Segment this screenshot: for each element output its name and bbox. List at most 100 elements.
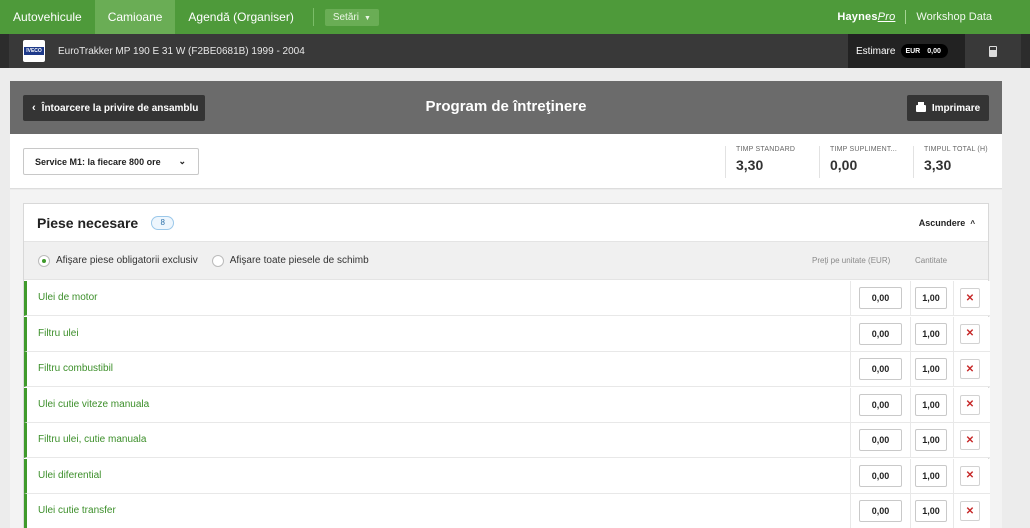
column-header-unit-price: Preţi pe unitate (EUR) <box>812 256 891 265</box>
quantity-input[interactable]: 1,00 <box>915 322 947 345</box>
estimate-label: Estimare <box>856 45 896 57</box>
workshop-data-label: Workshop Data <box>916 11 992 23</box>
radio-all-parts[interactable]: Afişare toate piesele de schimb <box>211 254 369 267</box>
vehicle-bar-inner: IVECO EuroTrakker MP 190 E 31 W (F2BE068… <box>9 34 1021 68</box>
unit-price-input[interactable]: 0,00 <box>859 500 902 522</box>
close-icon: ✕ <box>965 363 975 375</box>
remove-part-button[interactable]: ✕ <box>960 359 980 379</box>
calculator-button[interactable] <box>965 34 1021 68</box>
radio-mandatory-label: Afişare piese obligatorii exclusiv <box>56 255 198 266</box>
time-standard: TIMP STANDARD 3,30 <box>725 146 795 178</box>
table-row: Ulei cutie viteze manuala 0,00 1,00 ✕ <box>24 387 990 423</box>
column-divider <box>850 352 851 387</box>
column-divider <box>953 494 954 528</box>
radio-all-label: Afişare toate piesele de schimb <box>229 255 369 266</box>
remove-part-button[interactable]: ✕ <box>960 323 980 344</box>
remove-part-button[interactable]: ✕ <box>960 465 980 486</box>
unit-price-input[interactable]: 0,00 <box>859 393 902 416</box>
parts-panel: Piese necesare 8 Ascundere ^ Afişare pies… <box>10 190 1002 528</box>
radio-unchecked-icon <box>211 254 224 267</box>
printer-icon <box>915 101 926 112</box>
table-row: Filtru combustibil 0,00 1,00 ✕ <box>24 352 990 387</box>
top-navigation: Autovehicule Camioane Agendă (Organiser)… <box>0 0 1030 34</box>
quantity-input[interactable]: 1,00 <box>915 358 947 380</box>
vehicle-name: EuroTrakker MP 190 E 31 W (F2BE0681B) 19… <box>58 45 305 57</box>
part-name[interactable]: Ulei de motor <box>38 292 97 303</box>
column-divider <box>953 281 954 316</box>
column-divider <box>850 458 851 494</box>
quantity-input[interactable]: 1,00 <box>915 393 947 416</box>
close-icon: ✕ <box>965 399 975 410</box>
time-extra-label: TIMP SUPLIMENT... <box>830 146 898 153</box>
remove-part-button[interactable]: ✕ <box>960 430 980 450</box>
close-icon: ✕ <box>965 328 975 339</box>
hide-label: Ascundere <box>918 217 966 228</box>
estimate-pill: EUR 0,00 <box>901 44 948 58</box>
caret-down-icon: ▼ <box>363 14 371 22</box>
hide-parts-button[interactable]: Ascundere ^ <box>919 218 975 228</box>
service-interval-value: Service M1: la fiecare 800 ore <box>35 156 161 167</box>
close-icon: ✕ <box>965 470 975 481</box>
tab-agenda[interactable]: Agendă (Organiser) <box>175 0 306 34</box>
remove-part-button[interactable]: ✕ <box>960 501 980 521</box>
time-total-label: TIMPUL TOTAL (H) <box>924 146 988 153</box>
column-divider <box>850 281 851 316</box>
remove-part-button[interactable]: ✕ <box>960 288 980 308</box>
parts-count-badge: 8 <box>151 215 175 230</box>
vehicle-bar: IVECO EuroTrakker MP 190 E 31 W (F2BE068… <box>0 34 1030 68</box>
time-total-value: 3,30 <box>924 157 952 173</box>
radio-checked-icon <box>38 254 50 267</box>
column-divider <box>910 423 911 458</box>
parts-card: Piese necesare 8 Ascundere ^ Afişare pies… <box>23 203 990 528</box>
print-button[interactable]: Imprimare <box>907 95 989 121</box>
column-divider <box>850 494 851 528</box>
column-divider <box>910 281 911 316</box>
quantity-input[interactable]: 1,00 <box>915 287 947 309</box>
column-divider <box>953 316 954 352</box>
time-standard-label: TIMP STANDARD <box>736 146 796 153</box>
tab-camioane[interactable]: Camioane <box>94 0 176 34</box>
table-row: Ulei de motor 0,00 1,00 ✕ <box>24 281 990 316</box>
time-standard-value: 3,30 <box>736 157 764 173</box>
quantity-input[interactable]: 1,00 <box>915 500 947 522</box>
table-row: Ulei cutie transfer 0,00 1,00 ✕ <box>24 494 990 528</box>
column-divider <box>910 458 911 494</box>
quantity-input[interactable]: 1,00 <box>915 429 947 451</box>
unit-price-input[interactable]: 0,00 <box>859 287 902 309</box>
print-button-label: Imprimare <box>931 102 981 114</box>
column-divider <box>953 352 954 387</box>
column-divider <box>953 423 954 458</box>
estimate-currency: EUR <box>905 47 921 55</box>
radio-mandatory-only[interactable]: Afişare piese obligatorii exclusiv <box>38 254 198 267</box>
estimate-widget[interactable]: Estimare EUR 0,00 <box>848 34 965 68</box>
close-icon: ✕ <box>965 505 975 517</box>
quantity-input[interactable]: 1,00 <box>915 464 947 487</box>
brand-area: HaynesPro Workshop Data <box>837 10 1030 24</box>
time-total: TIMPUL TOTAL (H) 3,30 <box>913 146 988 178</box>
unit-price-input[interactable]: 0,00 <box>859 358 902 380</box>
tab-autovehicule[interactable]: Autovehicule <box>0 0 95 34</box>
settings-dropdown[interactable]: Setări ▼ <box>324 8 379 26</box>
part-name[interactable]: Filtru ulei, cutie manuala <box>38 434 146 445</box>
close-icon: ✕ <box>965 292 975 304</box>
unit-price-input[interactable]: 0,00 <box>859 429 902 451</box>
unit-price-input[interactable]: 0,00 <box>859 322 902 345</box>
column-divider <box>910 494 911 528</box>
part-name[interactable]: Filtru ulei <box>38 328 79 339</box>
column-divider <box>910 387 911 423</box>
calculator-icon <box>989 45 997 57</box>
part-name[interactable]: Ulei cutie transfer <box>38 505 116 516</box>
service-interval-select[interactable]: Service M1: la fiecare 800 ore ⌄ <box>23 148 199 175</box>
haynespro-logo: HaynesPro <box>837 11 895 23</box>
unit-price-input[interactable]: 0,00 <box>859 464 902 487</box>
part-name[interactable]: Filtru combustibil <box>38 363 113 374</box>
time-extra-value: 0,00 <box>830 157 858 173</box>
chevron-up-icon: ^ <box>970 218 975 228</box>
iveco-logo: IVECO <box>23 40 45 62</box>
part-name[interactable]: Ulei diferential <box>38 470 101 481</box>
settings-label: Setări <box>332 11 359 23</box>
iveco-logo-text: IVECO <box>24 47 44 55</box>
column-divider <box>850 316 851 352</box>
part-name[interactable]: Ulei cutie viteze manuala <box>38 399 149 410</box>
remove-part-button[interactable]: ✕ <box>960 394 980 415</box>
